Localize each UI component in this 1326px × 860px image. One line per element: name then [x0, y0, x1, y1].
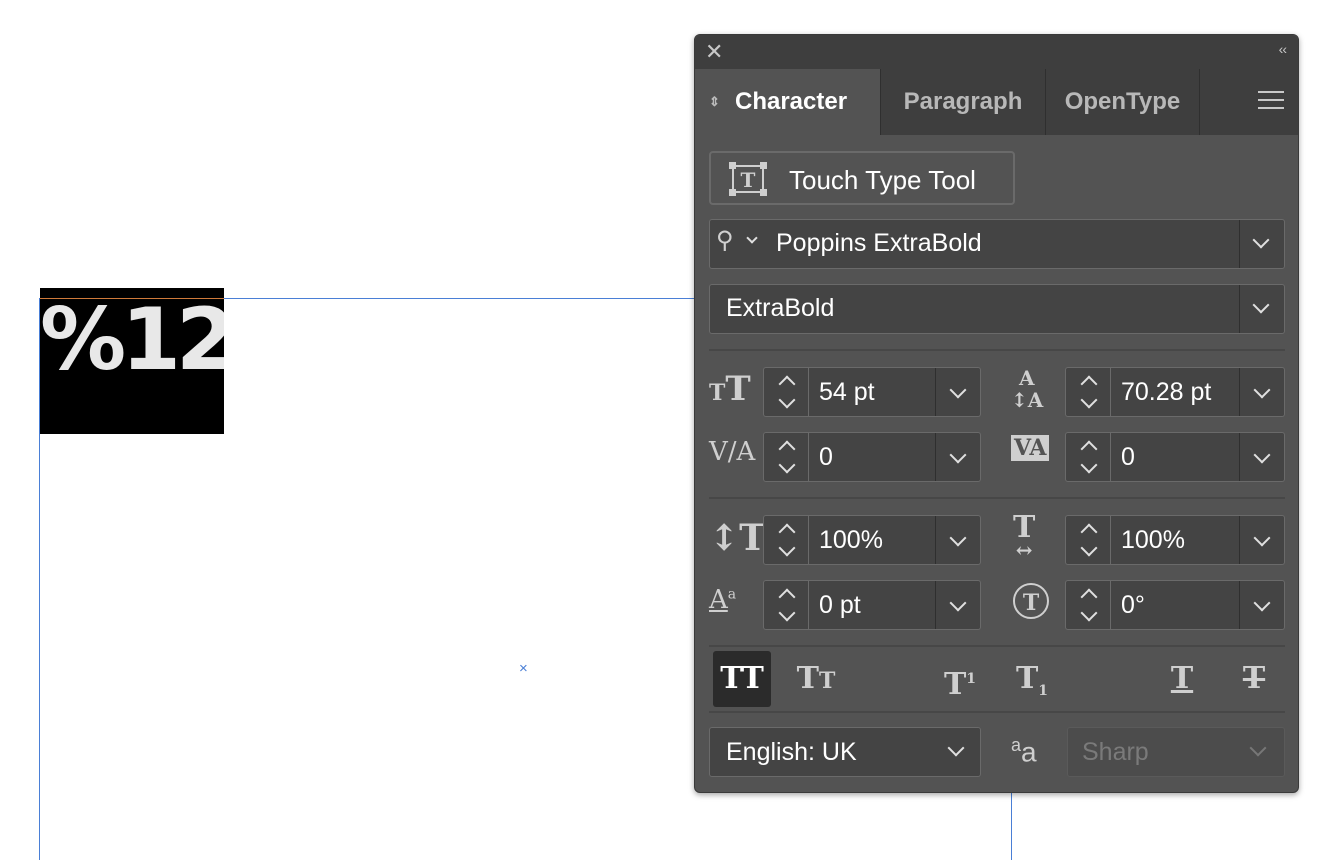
- section-divider: [709, 497, 1285, 499]
- chevron-down-icon: [947, 739, 965, 757]
- tracking-stepper[interactable]: [1065, 432, 1111, 482]
- svg-text:T: T: [741, 168, 756, 192]
- tab-character[interactable]: ⇕ Character: [695, 69, 881, 135]
- search-chevron-icon[interactable]: [746, 232, 758, 244]
- center-point-marker: ×: [519, 660, 528, 677]
- language-dropdown[interactable]: English: UK: [709, 727, 981, 777]
- kerning-icon: V/A: [709, 437, 756, 467]
- horizontal-scale-stepper[interactable]: [1065, 515, 1111, 565]
- superscript-icon[interactable]: T1: [931, 651, 989, 707]
- close-icon[interactable]: ✕: [705, 40, 723, 64]
- selected-text-frame[interactable]: %12: [40, 288, 224, 434]
- anti-aliasing-icon: aa: [1011, 735, 1037, 768]
- chevron-down-icon[interactable]: [1252, 296, 1270, 314]
- tab-opentype[interactable]: OpenType: [1046, 69, 1200, 135]
- tab-paragraph[interactable]: Paragraph: [881, 69, 1046, 135]
- font-size-value: 54 pt: [819, 378, 875, 406]
- language-value: English: UK: [726, 738, 857, 766]
- artboard-text[interactable]: %12: [40, 290, 224, 390]
- baseline-shift-value: 0 pt: [819, 591, 861, 619]
- touch-type-icon: T: [729, 162, 767, 196]
- font-style-field[interactable]: ExtraBold: [709, 284, 1285, 334]
- leading-field[interactable]: 70.28 pt: [1111, 367, 1285, 417]
- kerning-field[interactable]: 0: [809, 432, 981, 482]
- tracking-icon: VA: [1011, 435, 1050, 461]
- font-size-dropdown[interactable]: [935, 368, 980, 416]
- panel-menu-icon[interactable]: [1258, 91, 1284, 111]
- horizontal-scale-value: 100%: [1121, 526, 1185, 554]
- underline-icon[interactable]: T: [1153, 651, 1211, 707]
- section-divider: [709, 711, 1285, 713]
- vertical-scale-value: 100%: [819, 526, 883, 554]
- rotation-dropdown[interactable]: [1239, 581, 1284, 629]
- horizontal-scale-icon: T ↔: [1013, 510, 1036, 562]
- rotation-field[interactable]: 0°: [1111, 580, 1285, 630]
- rotation-value: 0°: [1121, 591, 1145, 619]
- chevron-down-icon: [1249, 739, 1267, 757]
- baseline-shift-dropdown[interactable]: [935, 581, 980, 629]
- baseline-shift-field[interactable]: 0 pt: [809, 580, 981, 630]
- vertical-scale-dropdown[interactable]: [935, 516, 980, 564]
- panel-tabbar: ⇕ Character Paragraph OpenType: [695, 69, 1298, 135]
- kerning-dropdown[interactable]: [935, 433, 980, 481]
- vertical-guide-right: [1011, 793, 1012, 860]
- leading-stepper[interactable]: [1065, 367, 1111, 417]
- tracking-field[interactable]: 0: [1111, 432, 1285, 482]
- tracking-dropdown[interactable]: [1239, 433, 1284, 481]
- vertical-scale-stepper[interactable]: [763, 515, 809, 565]
- section-divider: [709, 645, 1285, 647]
- leading-dropdown[interactable]: [1239, 368, 1284, 416]
- leading-value: 70.28 pt: [1121, 378, 1212, 406]
- anti-aliasing-dropdown: Sharp: [1067, 727, 1285, 777]
- leading-icon: A ↕A: [1011, 366, 1044, 412]
- search-icon[interactable]: ⚲: [716, 226, 734, 255]
- font-size-icon: TT: [709, 369, 751, 409]
- reorder-icon: ⇕: [709, 94, 720, 109]
- baseline-shift-stepper[interactable]: [763, 580, 809, 630]
- baseline-shift-icon: Aa: [709, 585, 737, 615]
- tracking-value: 0: [1121, 443, 1135, 471]
- horizontal-scale-field[interactable]: 100%: [1111, 515, 1285, 565]
- tab-character-label: Character: [735, 88, 848, 115]
- tab-opentype-label: OpenType: [1064, 88, 1181, 115]
- kerning-value: 0: [819, 443, 833, 471]
- dropdown-separator: [1239, 285, 1240, 333]
- collapse-icon[interactable]: ‹‹: [1279, 41, 1287, 57]
- font-size-field[interactable]: 54 pt: [809, 367, 981, 417]
- touch-type-label: Touch Type Tool: [789, 165, 976, 195]
- horizontal-guide: [224, 298, 696, 299]
- all-caps-icon[interactable]: TT: [713, 651, 771, 707]
- touch-type-tool-button[interactable]: T Touch Type Tool: [709, 151, 1015, 205]
- font-style-value: ExtraBold: [726, 294, 835, 322]
- font-size-stepper[interactable]: [763, 367, 809, 417]
- dropdown-separator: [1239, 220, 1240, 268]
- horizontal-scale-dropdown[interactable]: [1239, 516, 1284, 564]
- character-panel: ✕ ‹‹ ⇕ Character Paragraph OpenType T To…: [694, 34, 1299, 793]
- small-caps-icon[interactable]: TT: [787, 651, 845, 707]
- anti-aliasing-value: Sharp: [1082, 738, 1149, 766]
- chevron-down-icon[interactable]: [1252, 231, 1270, 249]
- font-family-value: Poppins ExtraBold: [776, 229, 982, 257]
- vertical-scale-icon: ↕T: [709, 517, 766, 559]
- vertical-scale-field[interactable]: 100%: [809, 515, 981, 565]
- kerning-stepper[interactable]: [763, 432, 809, 482]
- rotation-stepper[interactable]: [1065, 580, 1111, 630]
- font-family-field[interactable]: ⚲ Poppins ExtraBold: [709, 219, 1285, 269]
- section-divider: [709, 349, 1285, 351]
- subscript-icon[interactable]: T1: [1003, 651, 1061, 707]
- panel-titlebar[interactable]: ✕ ‹‹: [695, 35, 1298, 69]
- tab-paragraph-label: Paragraph: [903, 88, 1023, 115]
- strikethrough-icon[interactable]: T: [1225, 651, 1283, 707]
- character-rotation-icon: T: [1013, 583, 1049, 619]
